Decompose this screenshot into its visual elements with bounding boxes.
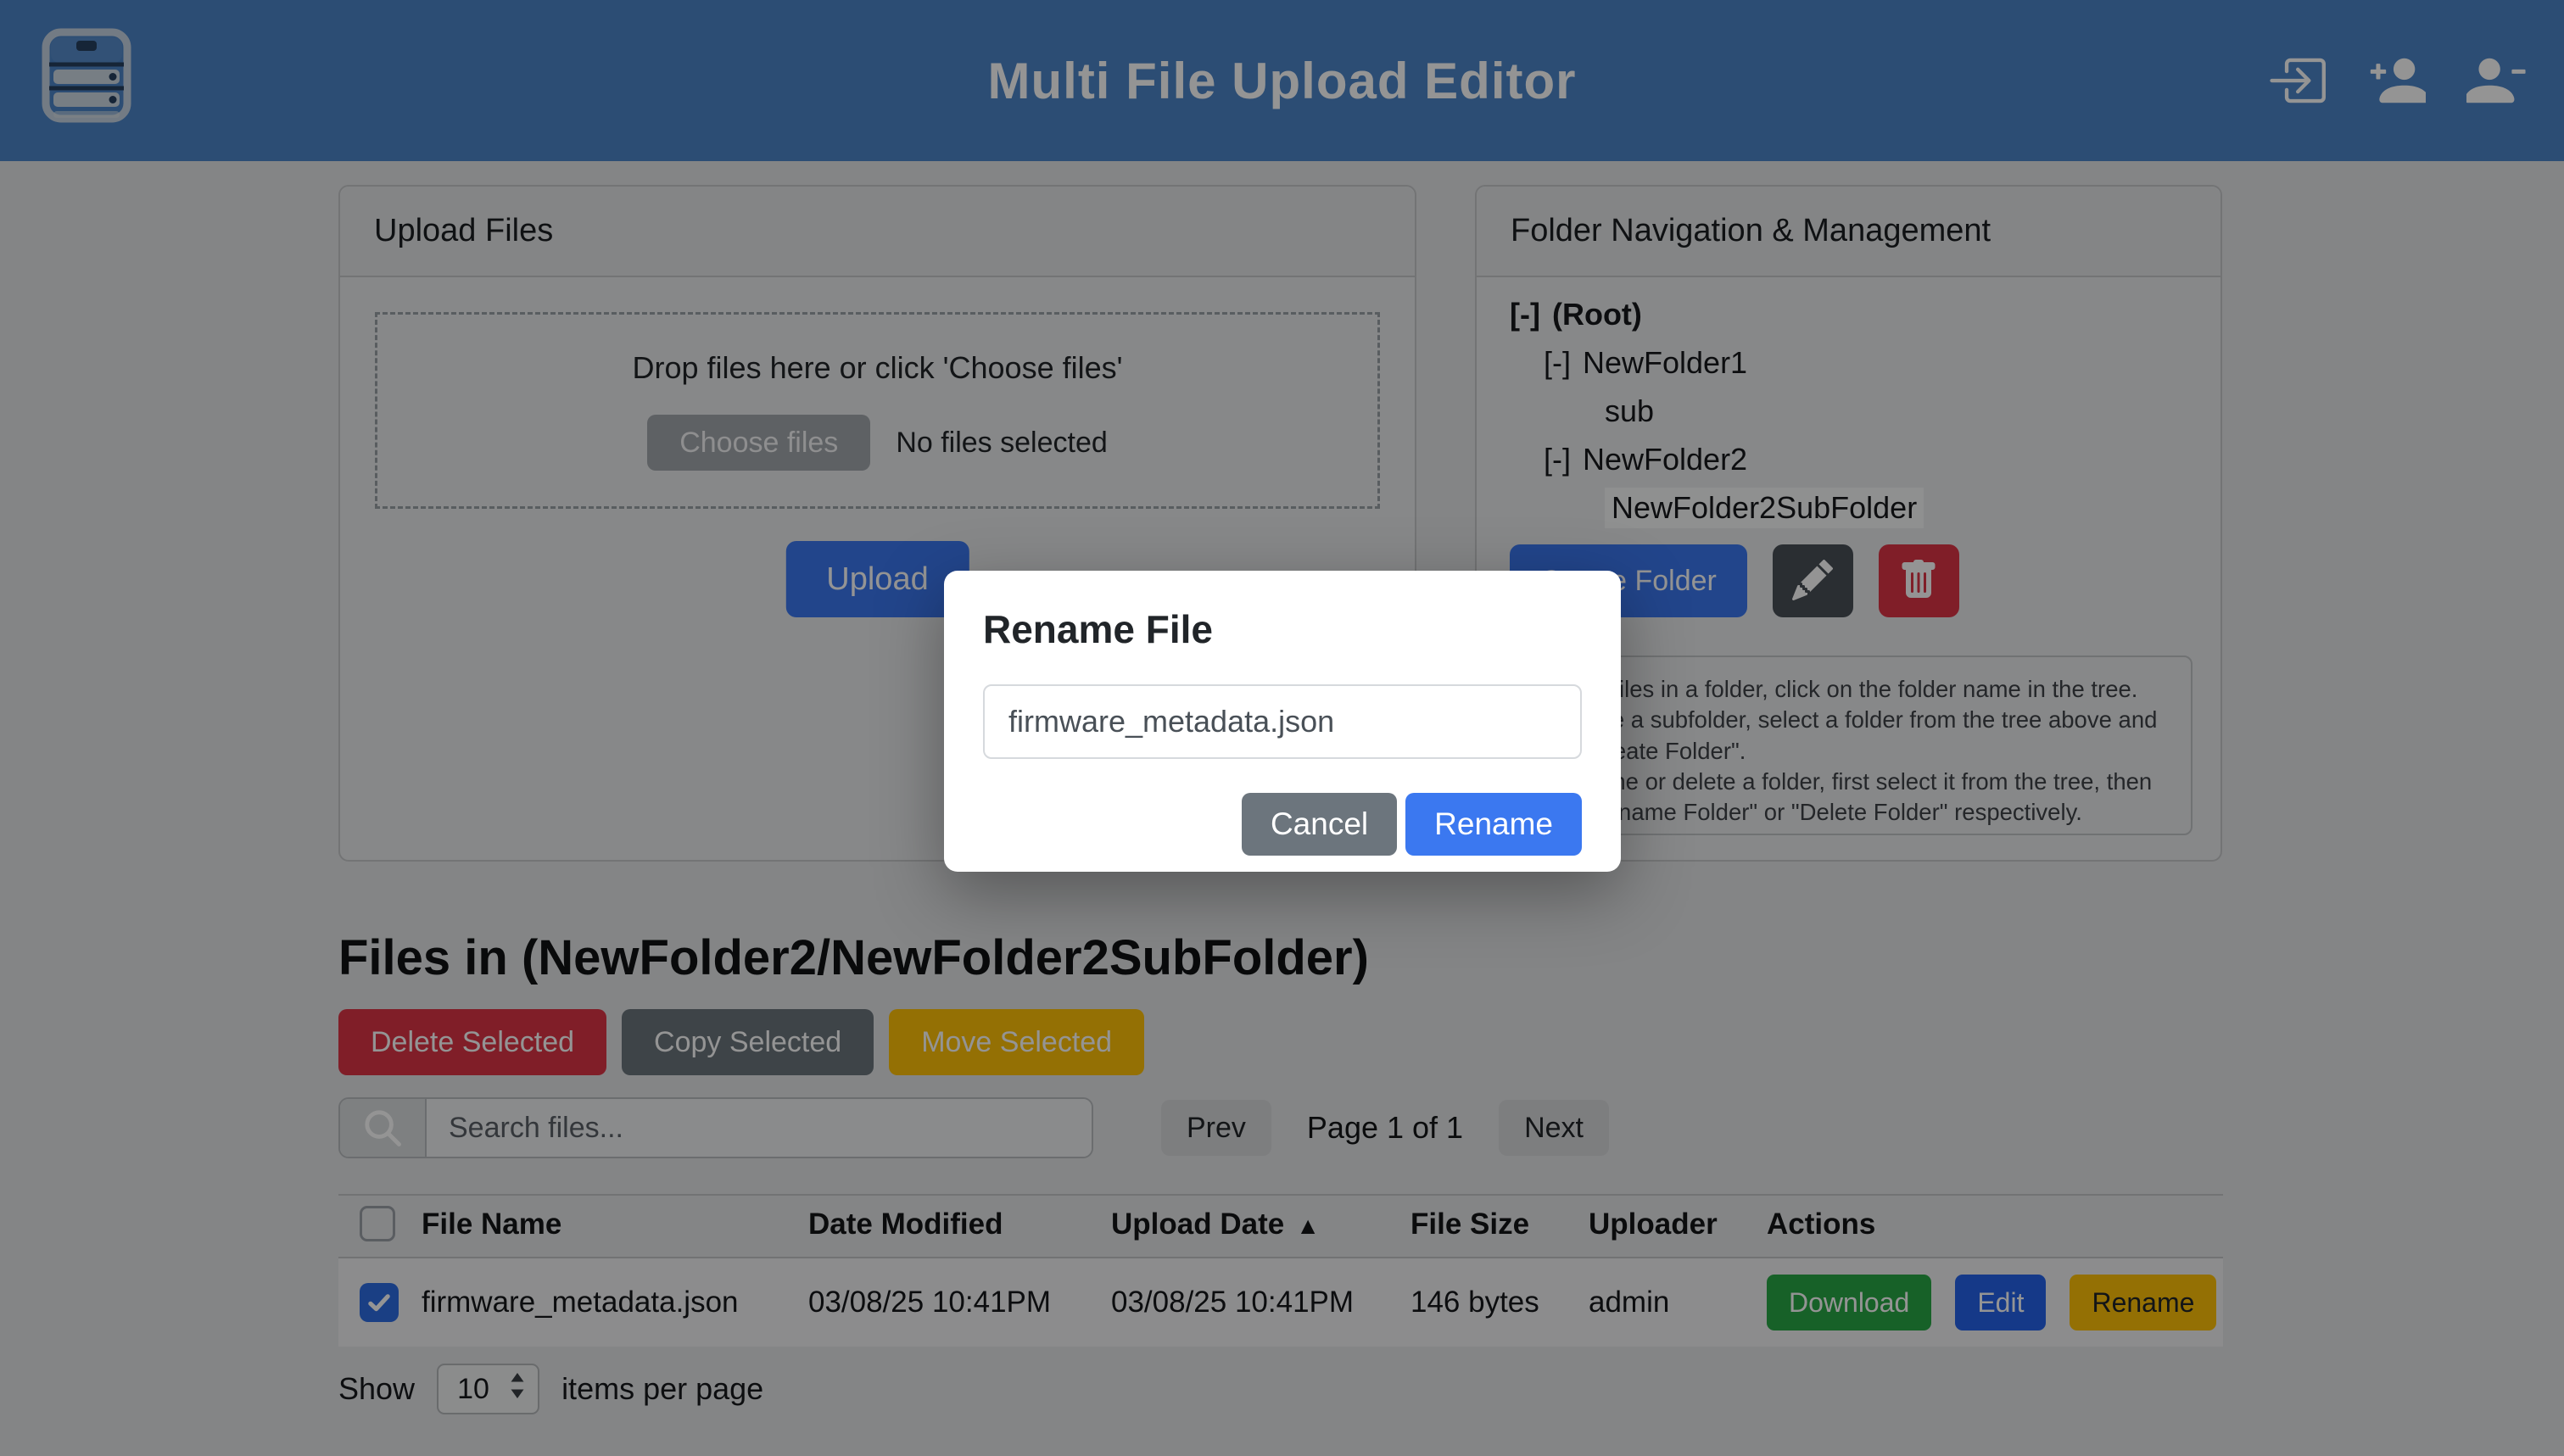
rename-filename-input[interactable]: [983, 684, 1582, 759]
modal-action-buttons: Cancel Rename: [983, 793, 1582, 856]
modal-title: Rename File: [983, 606, 1582, 652]
rename-confirm-button[interactable]: Rename: [1405, 793, 1582, 856]
cancel-button[interactable]: Cancel: [1242, 793, 1397, 856]
rename-file-modal: Rename File Cancel Rename: [944, 571, 1621, 872]
